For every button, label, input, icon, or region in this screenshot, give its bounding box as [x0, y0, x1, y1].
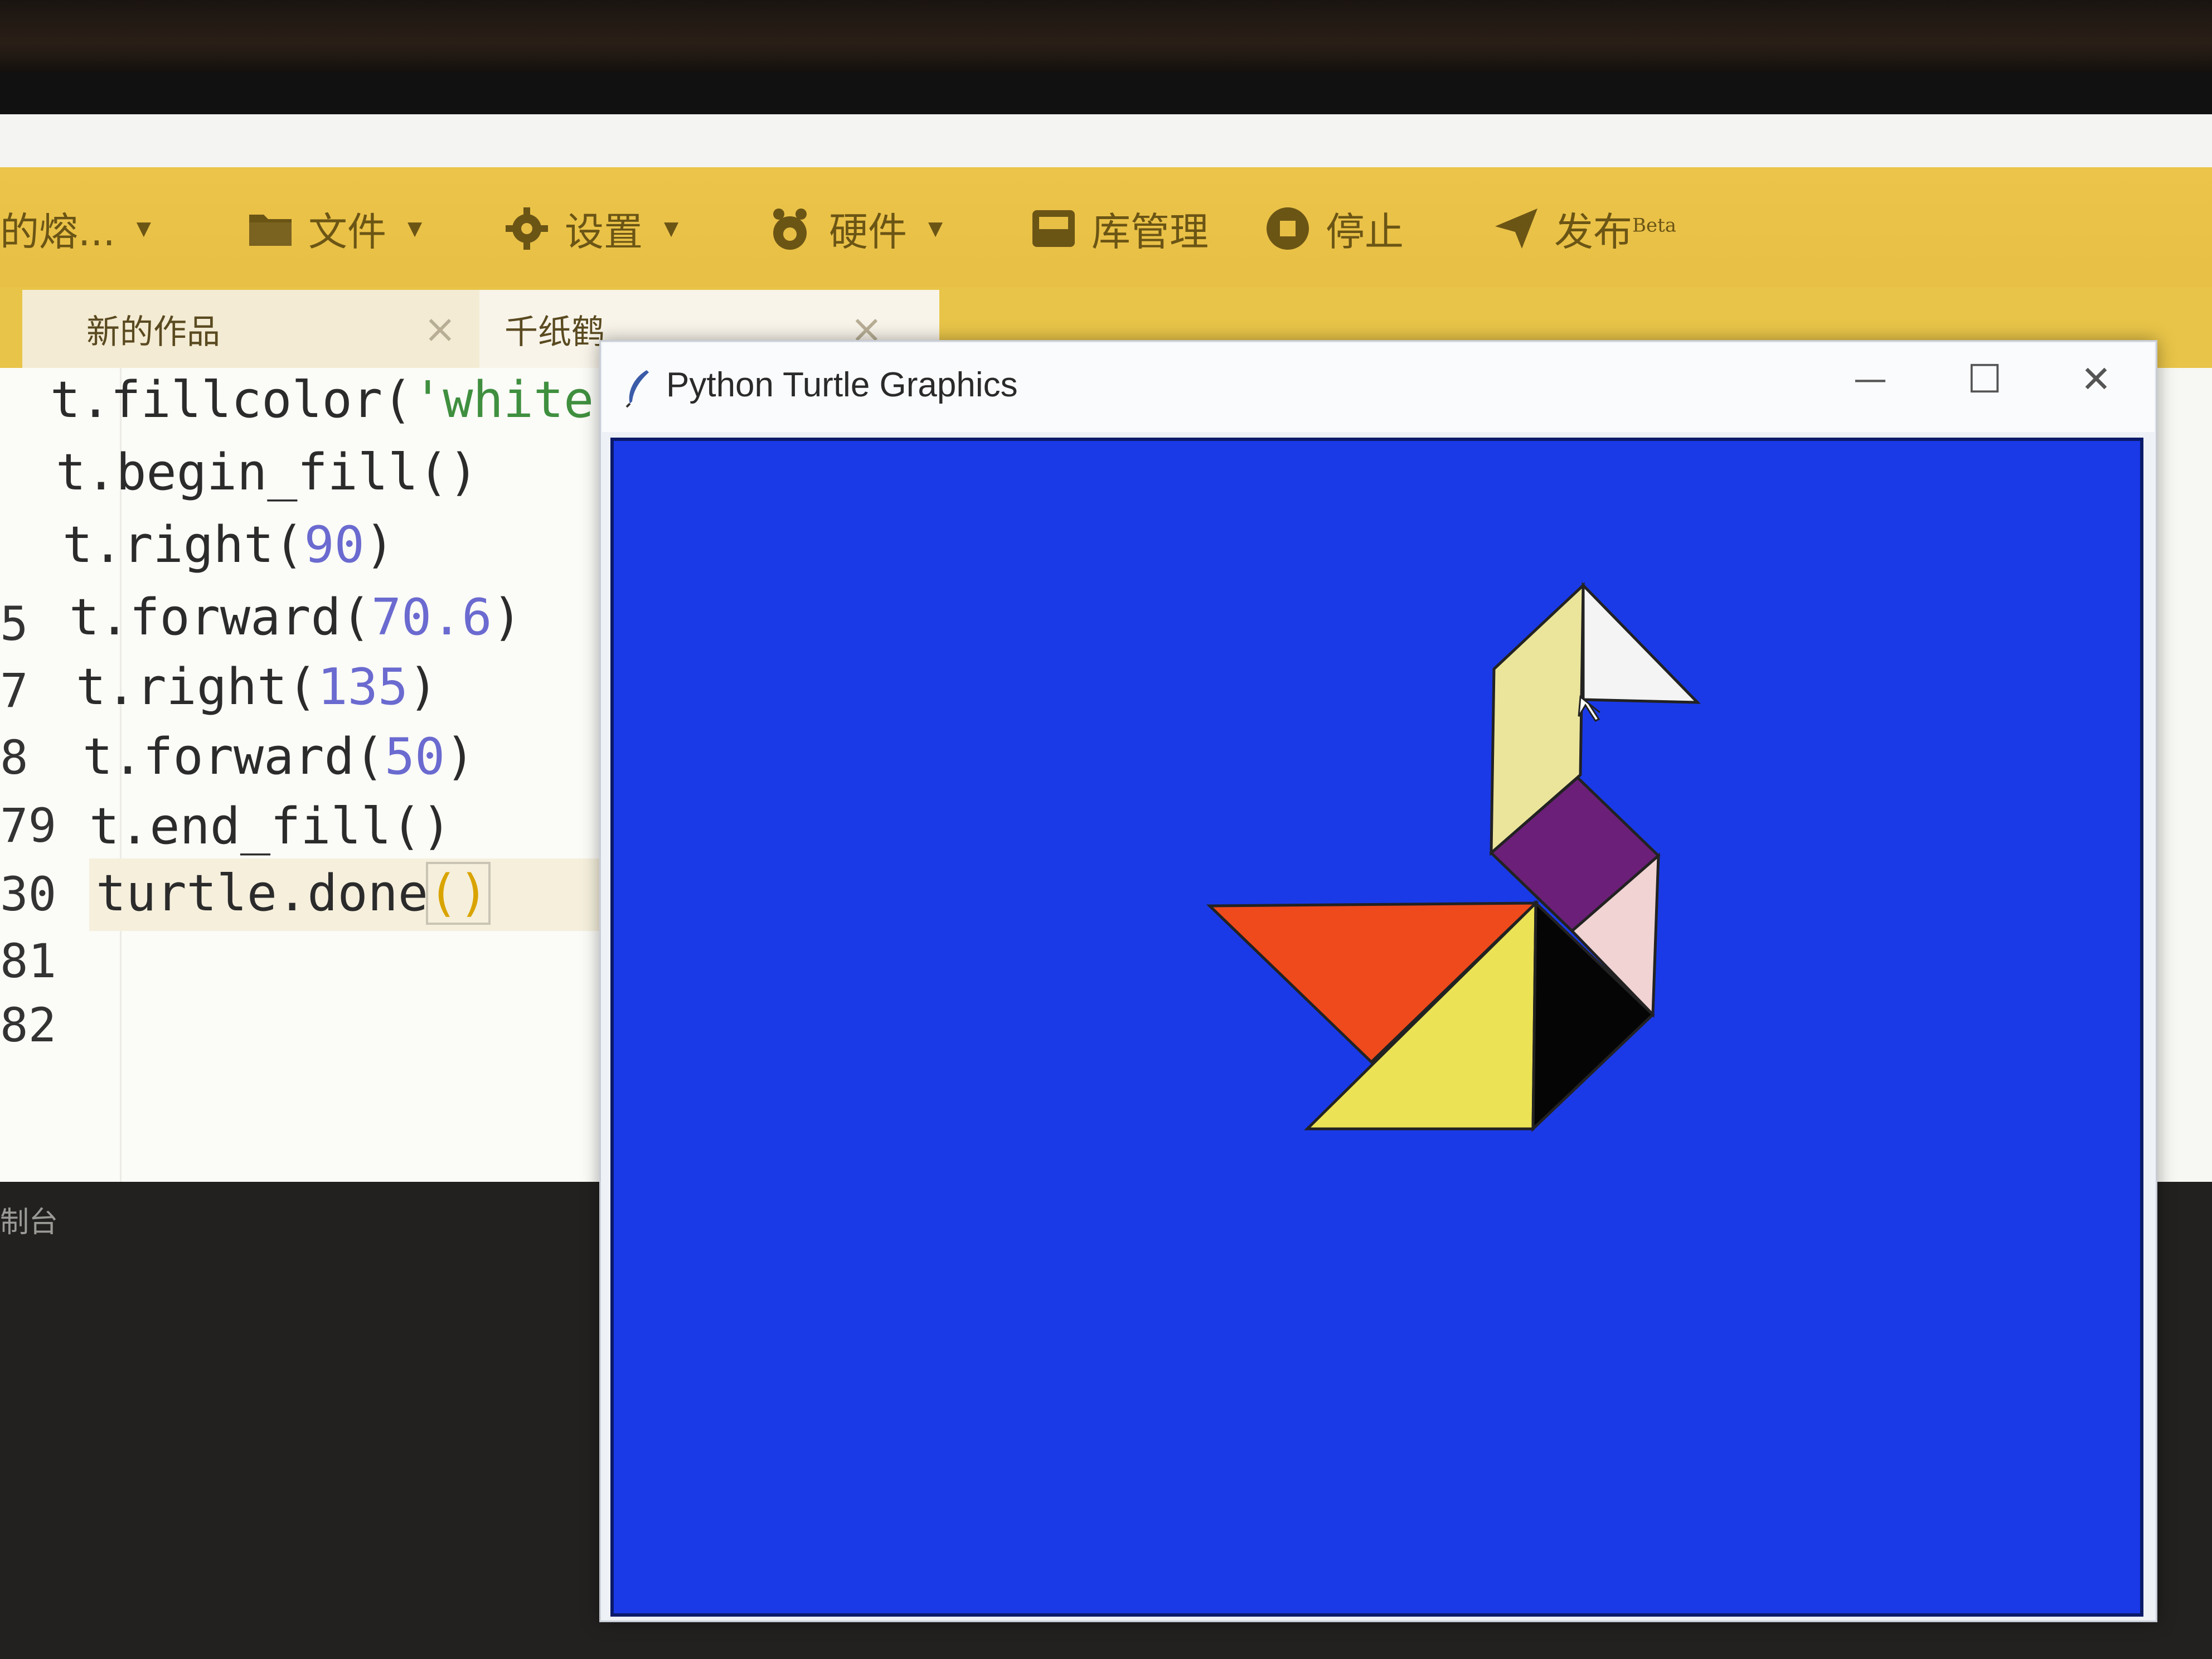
- tangram-crane: [1206, 581, 1701, 1132]
- head-piece: [1582, 581, 1701, 704]
